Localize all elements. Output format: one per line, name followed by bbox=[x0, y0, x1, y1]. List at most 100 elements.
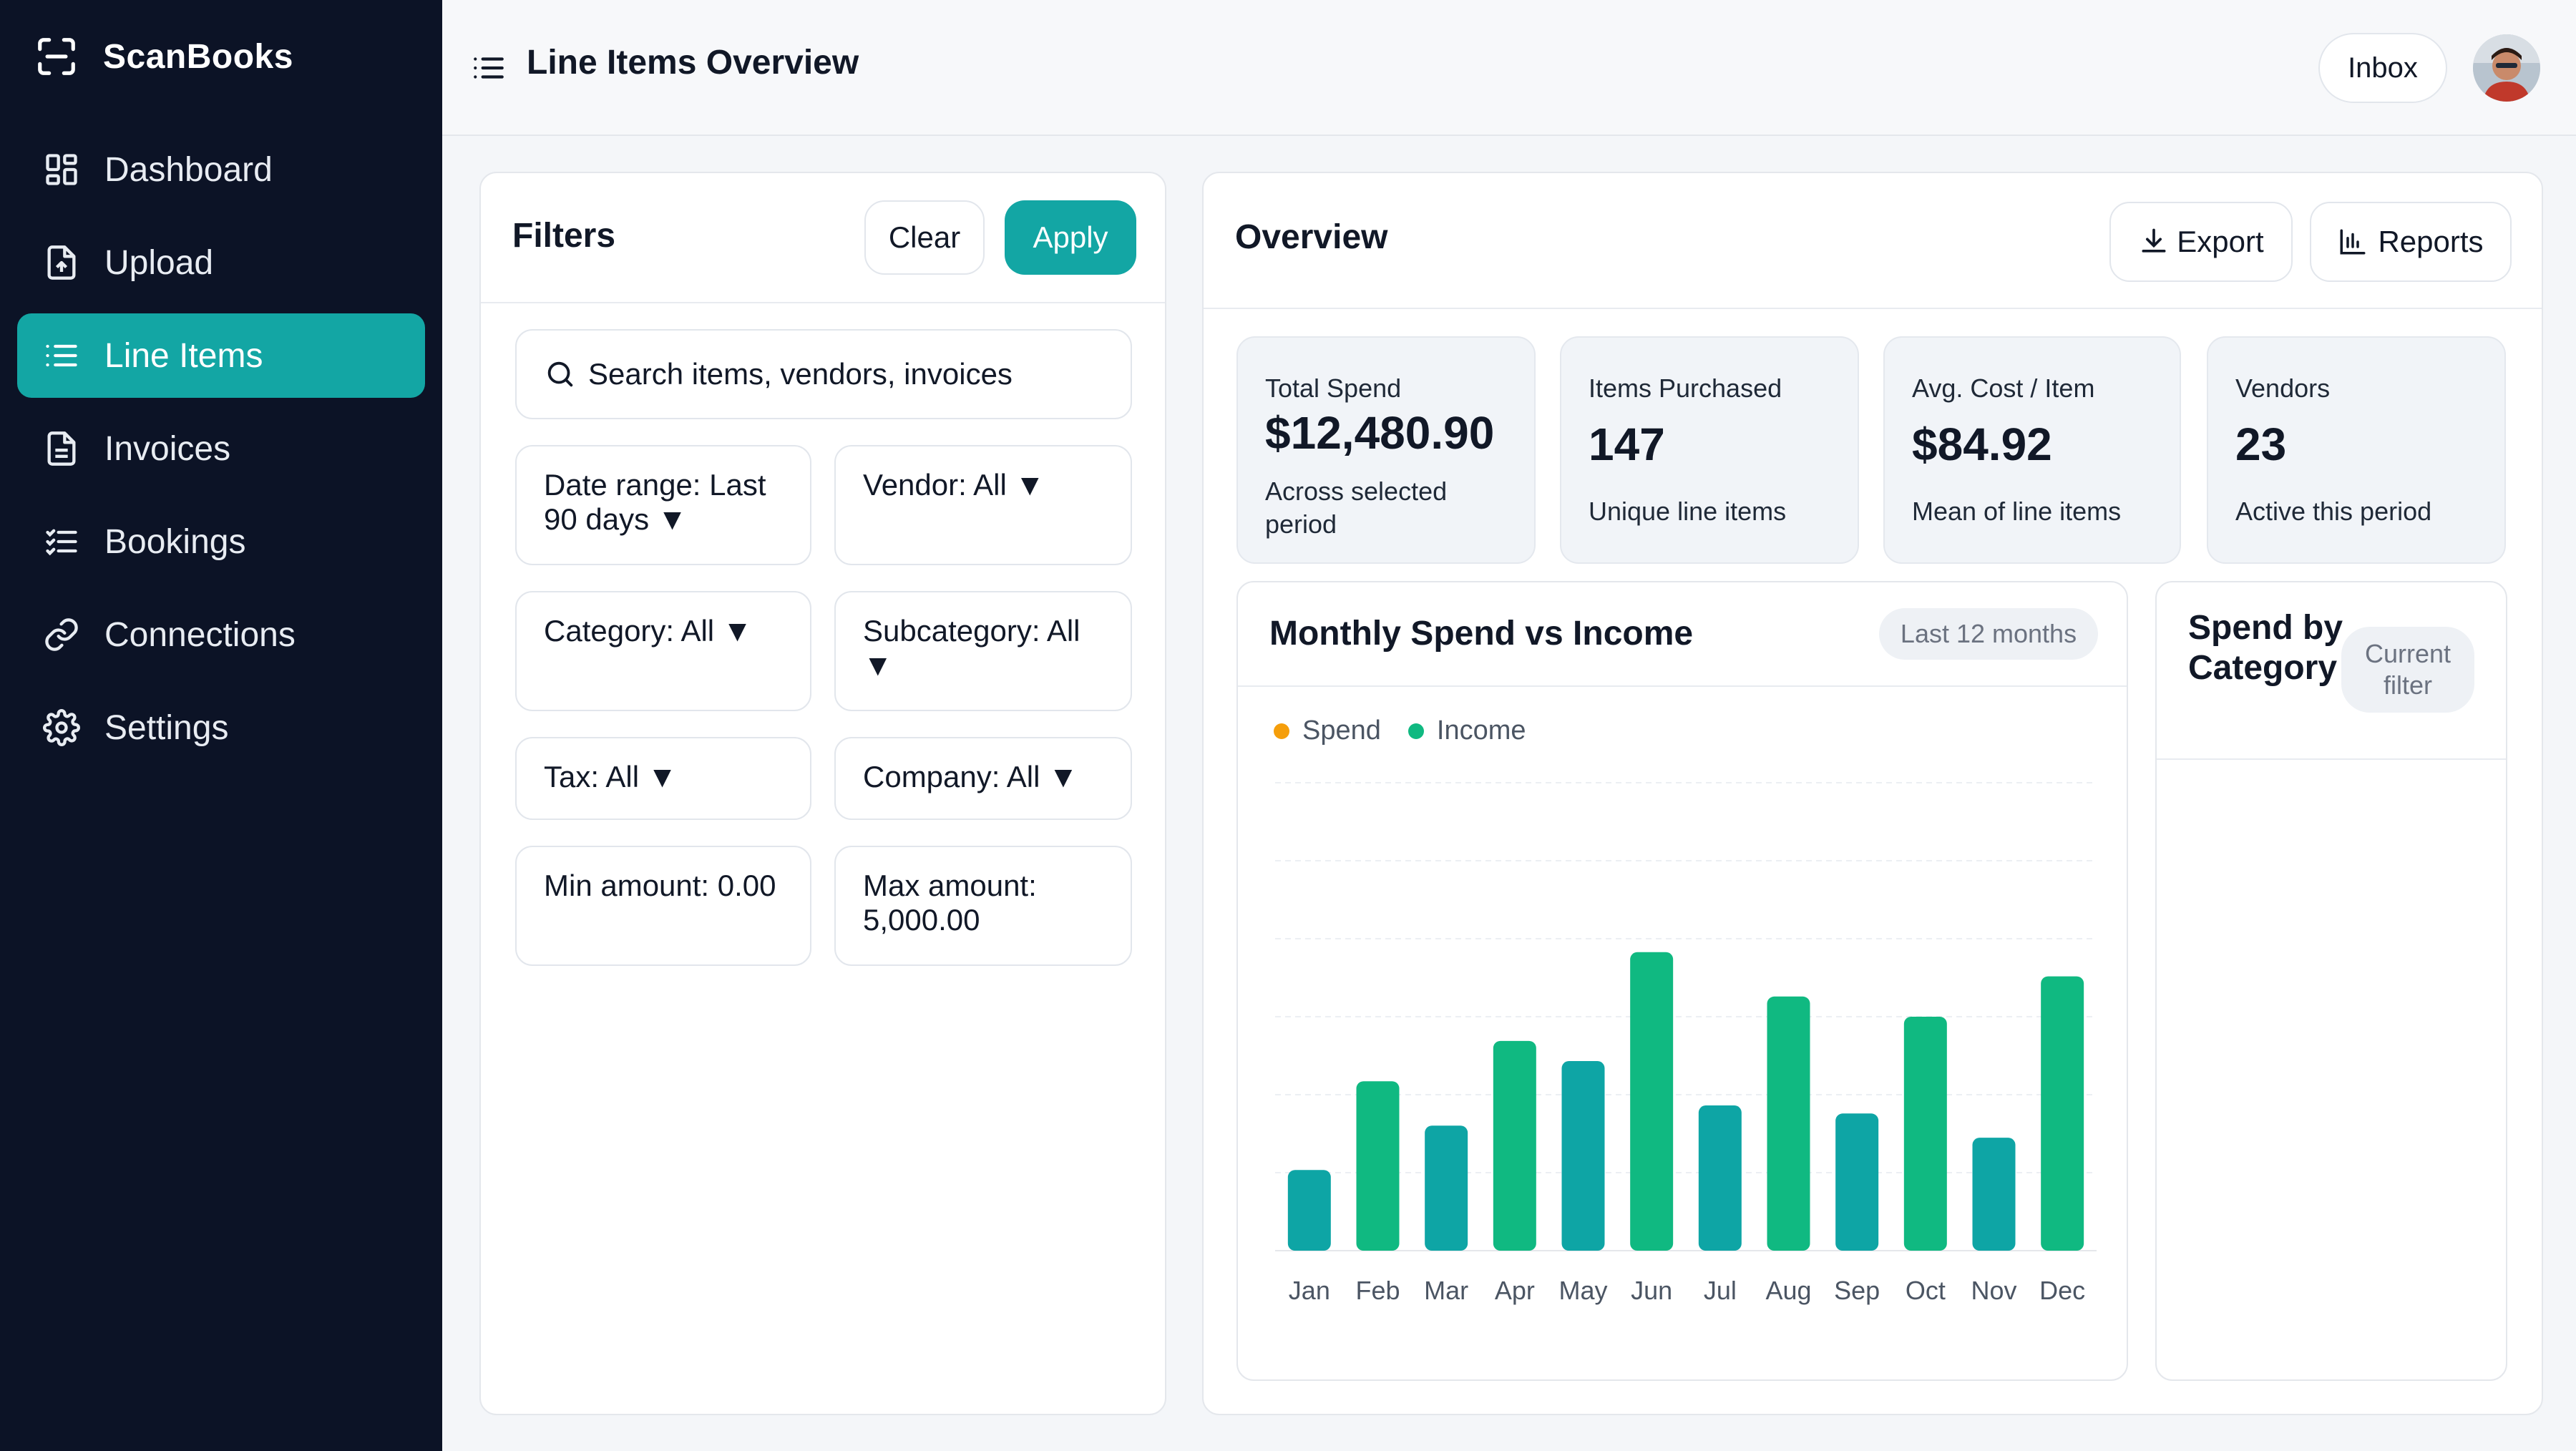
x-tick-label: Feb bbox=[1355, 1276, 1400, 1305]
x-tick-label: Oct bbox=[1906, 1276, 1946, 1305]
dashboard-icon bbox=[43, 151, 80, 188]
sidebar-item-dashboard[interactable]: Dashboard bbox=[17, 127, 425, 212]
export-label: Export bbox=[2177, 225, 2264, 258]
invoice-icon bbox=[43, 430, 80, 467]
kpi-vendors: Vendors 23 Active this period bbox=[2207, 336, 2506, 564]
bookings-icon bbox=[43, 523, 80, 560]
kpi-sub: Across selected period bbox=[1265, 477, 1448, 539]
bar-chart-icon bbox=[2340, 229, 2366, 255]
brand[interactable]: ScanBooks bbox=[34, 33, 293, 80]
subcategory-select[interactable]: Subcategory: All ▼ bbox=[834, 591, 1132, 711]
bar-aug[interactable] bbox=[1767, 996, 1810, 1251]
sidebar: ScanBooks Dashboard Upload Line Items In… bbox=[0, 0, 442, 1451]
kpi-label: Total Spend bbox=[1265, 373, 1402, 403]
kpi-sub: Unique line items bbox=[1589, 497, 1787, 526]
bar-mar[interactable] bbox=[1425, 1125, 1468, 1251]
sidebar-item-label: Bookings bbox=[104, 522, 246, 561]
avatar[interactable] bbox=[2473, 34, 2540, 102]
x-tick-label: Mar bbox=[1424, 1276, 1468, 1305]
overview-header: Overview Export Reports bbox=[1204, 173, 2542, 309]
monthly-bar-chart: Jan Feb Mar Apr May Jun Jul Aug Sep Oct Nov Dec bbox=[1275, 782, 2097, 1305]
filters-header: Filters Clear Apply bbox=[481, 173, 1165, 303]
x-tick-label: Aug bbox=[1765, 1276, 1811, 1305]
date-range-select[interactable]: Date range: Last 90 days ▼ bbox=[515, 445, 811, 565]
bar-apr[interactable] bbox=[1493, 1040, 1536, 1251]
export-button[interactable]: Export bbox=[2109, 202, 2293, 282]
company-select[interactable]: Company: All ▼ bbox=[834, 737, 1132, 820]
sidebar-item-label: Settings bbox=[104, 708, 229, 747]
kpi-value: $12,480.90 bbox=[1265, 407, 1495, 459]
menu-icon[interactable] bbox=[471, 50, 507, 86]
kpi-label: Avg. Cost / Item bbox=[1912, 373, 2095, 403]
kpi-label: Vendors bbox=[2235, 373, 2331, 403]
kpi-sub: Mean of line items bbox=[1912, 497, 2122, 526]
bar-jan[interactable] bbox=[1287, 1170, 1331, 1251]
sidebar-item-connections[interactable]: Connections bbox=[17, 592, 425, 677]
sidebar-item-upload[interactable]: Upload bbox=[17, 220, 425, 305]
reports-button[interactable]: Reports bbox=[2310, 202, 2512, 282]
sidebar-nav: Dashboard Upload Line Items Invoices Boo… bbox=[17, 127, 425, 778]
sidebar-item-line-items[interactable]: Line Items bbox=[17, 313, 425, 398]
category-select[interactable]: Category: All ▼ bbox=[515, 591, 811, 711]
category-card: Spend by Category Current filter bbox=[2155, 581, 2507, 1381]
search-input[interactable]: Search items, vendors, invoices bbox=[515, 329, 1132, 419]
kpi-items-purchased: Items Purchased 147 Unique line items bbox=[1560, 336, 1859, 564]
overview-title: Overview bbox=[1235, 218, 1388, 256]
filters-title: Filters bbox=[512, 217, 616, 255]
overview-panel: Overview Export Reports Total Spend $12,… bbox=[1202, 172, 2543, 1415]
sidebar-item-label: Connections bbox=[104, 615, 296, 654]
max-amount-field[interactable]: Max amount: 5,000.00 bbox=[834, 846, 1132, 966]
sidebar-item-label: Line Items bbox=[104, 336, 263, 375]
inbox-button[interactable]: Inbox bbox=[2318, 33, 2447, 103]
min-amount-field[interactable]: Min amount: 0.00 bbox=[515, 846, 811, 966]
bar-sep[interactable] bbox=[1835, 1113, 1879, 1251]
kpi-value: $84.92 bbox=[1912, 419, 2052, 470]
reports-label: Reports bbox=[2378, 225, 2484, 258]
gear-icon bbox=[43, 709, 80, 746]
bar-nov[interactable] bbox=[1972, 1138, 2016, 1251]
page-title: Line Items Overview bbox=[527, 44, 859, 82]
vendor-select[interactable]: Vendor: All ▼ bbox=[834, 445, 1132, 565]
filters-panel: Filters Clear Apply Search items, vendor… bbox=[479, 172, 1166, 1415]
bar-oct[interactable] bbox=[1903, 1017, 1947, 1251]
scan-logo-icon bbox=[38, 38, 75, 75]
download-icon bbox=[2142, 228, 2166, 253]
kpi-sub: Active this period bbox=[2235, 497, 2432, 526]
link-icon bbox=[43, 616, 80, 653]
kpi-value: 147 bbox=[1589, 419, 1665, 470]
kpi-avg-cost: Avg. Cost / Item $84.92 Mean of line ite… bbox=[1883, 336, 2181, 564]
current-filter-badge: Current filter bbox=[2341, 627, 2474, 713]
sidebar-item-invoices[interactable]: Invoices bbox=[17, 406, 425, 491]
x-tick-label: Jul bbox=[1704, 1276, 1737, 1305]
list-icon bbox=[43, 337, 80, 374]
bar-jun[interactable] bbox=[1630, 952, 1674, 1251]
sidebar-item-label: Dashboard bbox=[104, 150, 273, 189]
x-tick-label: Nov bbox=[1971, 1276, 2016, 1305]
clear-button[interactable]: Clear bbox=[864, 200, 985, 275]
x-tick-label: Jan bbox=[1289, 1276, 1330, 1305]
x-tick-label: Apr bbox=[1495, 1276, 1535, 1305]
monthly-chart-card: Monthly Spend vs Income Last 12 months S… bbox=[1236, 581, 2128, 1381]
x-tick-label: Jun bbox=[1631, 1276, 1672, 1305]
app-name: ScanBooks bbox=[103, 37, 293, 76]
search-icon bbox=[547, 361, 573, 387]
x-tick-label: May bbox=[1558, 1276, 1607, 1305]
sidebar-item-label: Invoices bbox=[104, 429, 231, 468]
bar-may[interactable] bbox=[1561, 1061, 1605, 1251]
upload-icon bbox=[43, 244, 80, 281]
bar-feb[interactable] bbox=[1356, 1081, 1400, 1251]
bar-dec[interactable] bbox=[2041, 976, 2084, 1251]
bar-jul[interactable] bbox=[1698, 1105, 1742, 1251]
category-header: Spend by Category Current filter bbox=[2157, 582, 2506, 760]
kpi-total-spend: Total Spend $12,480.90 Across selected p… bbox=[1236, 336, 1536, 564]
tax-select[interactable]: Tax: All ▼ bbox=[515, 737, 811, 820]
x-tick-label: Dec bbox=[2039, 1276, 2085, 1305]
sidebar-item-bookings[interactable]: Bookings bbox=[17, 499, 425, 584]
search-placeholder: Search items, vendors, invoices bbox=[588, 357, 1013, 391]
kpi-label: Items Purchased bbox=[1589, 373, 1782, 403]
sidebar-item-label: Upload bbox=[104, 243, 214, 282]
top-header: Line Items Overview Inbox bbox=[442, 0, 2576, 136]
x-tick-label: Sep bbox=[1834, 1276, 1880, 1305]
apply-button[interactable]: Apply bbox=[1005, 200, 1136, 275]
sidebar-item-settings[interactable]: Settings bbox=[17, 685, 425, 770]
